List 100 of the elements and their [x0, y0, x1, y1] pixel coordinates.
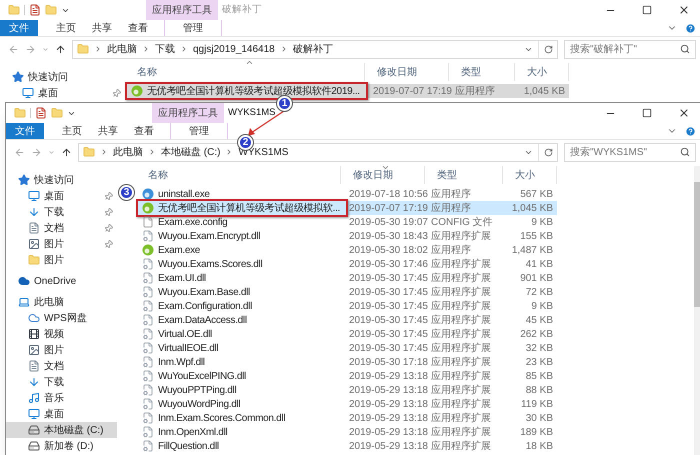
sidebar-item[interactable]: 此电脑	[6, 294, 117, 310]
ribbon-tab[interactable]: 共享	[90, 123, 126, 139]
file-row[interactable]: Exam.UI.dll 2019-05-30 17:45 应用程序扩展 901 KB	[136, 271, 557, 285]
help-icon[interactable]	[685, 22, 696, 34]
refresh-icon[interactable]	[544, 44, 553, 54]
maximize-icon[interactable]	[642, 108, 652, 118]
pin-icon	[110, 86, 123, 100]
ribbon-tab[interactable]: 文件	[0, 20, 38, 36]
breadcrumb[interactable]: 下载	[155, 42, 175, 56]
column-header[interactable]: 类型	[425, 166, 503, 184]
sidebar-item[interactable]: 桌面	[6, 188, 117, 204]
sidebar-item[interactable]: 图片	[6, 252, 117, 268]
maximize-icon[interactable]	[642, 5, 652, 15]
scrollbar-thumb[interactable]	[694, 182, 700, 307]
date-cell-text: 2019-05-30 17:46	[348, 258, 425, 272]
search-field[interactable]: 搜索"WYKS1MS"	[564, 142, 696, 162]
file-row[interactable]: WuyouWordPing.dll 2019-05-29 13:18 应用程序扩展 119 KB	[136, 397, 557, 411]
sidebar-item[interactable]: 视频	[6, 326, 117, 342]
sidebar-item[interactable]: 文档	[6, 358, 117, 374]
file-row[interactable]: Wuyou.Exams.Scores.dll 2019-05-30 17:46 应用程序扩展 41 KB	[136, 257, 557, 271]
down-arrow-icon	[28, 206, 40, 218]
ribbon-tab[interactable]: 查看	[120, 20, 156, 36]
ribbon-tab[interactable]: 主页	[48, 20, 84, 36]
search-field[interactable]: 搜索"破解补丁"	[564, 40, 696, 58]
sidebar-item[interactable]: 下载	[6, 204, 117, 220]
ribbon-tab[interactable]: 文件	[6, 123, 44, 139]
file-name: Exam.exe.config	[158, 216, 228, 230]
breadcrumb[interactable]: 本地磁盘 (C:)	[161, 144, 220, 160]
file-row[interactable]: Virtual.OE.dll 2019-05-30 17:45 应用程序扩展 262 KB	[136, 327, 557, 341]
sidebar-item[interactable]: 图片	[6, 342, 117, 358]
breadcrumb[interactable]: 此电脑	[107, 42, 137, 56]
size-cell-text: 32 KB	[524, 342, 554, 356]
sidebar-item[interactable]: 快速访问	[6, 172, 117, 188]
scrollbar[interactable]	[694, 166, 700, 455]
file-row[interactable]: Exam.exe.config 2019-05-30 19:07 CONFIG 文件 9 KB	[136, 215, 557, 229]
ribbon-tab[interactable]: 共享	[84, 20, 120, 36]
sidebar-label: 下载	[44, 376, 64, 390]
date-cell-text: 2019-05-29 13:18	[348, 384, 425, 398]
sidebar-label: 文档	[44, 360, 64, 374]
refresh-icon[interactable]	[544, 148, 553, 156]
sidebar-item[interactable]: 音乐	[6, 390, 117, 406]
file-row[interactable]: Wuyou.Exam.Base.dll 2019-05-30 17:45 应用程序扩展 72 KB	[136, 285, 557, 299]
file-name: Wuyou.Exam.Encrypt.dll	[158, 230, 260, 244]
pin-icon	[102, 190, 115, 202]
file-row[interactable]: Inm.Exam.Scores.Common.dll 2019-05-29 13:18 应用程序扩展 30 KB	[136, 411, 557, 425]
column-header[interactable]: 修改日期	[341, 166, 425, 184]
sidebar-item[interactable]: 桌面	[0, 85, 125, 101]
file-row[interactable]: Inm.Wpf.dll 2019-05-30 17:18 应用程序扩展 23 KB	[136, 355, 557, 369]
close-icon[interactable]	[678, 107, 690, 119]
sidebar-item[interactable]: OneDrive	[6, 273, 117, 289]
file-row[interactable]: WuYouExcelPING.dll 2019-05-29 13:18 应用程序扩展 85 KB	[136, 369, 557, 383]
breadcrumb[interactable]: qgjsj2019_146418	[193, 42, 275, 56]
sidebar-item[interactable]: 图片	[6, 236, 117, 252]
column-header[interactable]: 修改日期	[365, 63, 449, 81]
file-row[interactable]: uninstall.exe 2019-07-18 10:56 应用程序 567 KB	[136, 187, 557, 201]
ribbon-tab[interactable]: 查看	[126, 123, 162, 139]
size-cell-text: 567 KB	[519, 188, 554, 202]
address-bar[interactable]: 此电脑 下载 qgjsj2019_146418 破解补丁	[72, 40, 558, 58]
ribbon-tab[interactable]: 主页	[54, 123, 90, 139]
close-icon[interactable]	[678, 4, 690, 16]
sidebar-item[interactable]: 桌面	[6, 406, 117, 422]
up-icon[interactable]	[55, 44, 66, 54]
sidebar-item[interactable]: 文档	[6, 220, 117, 236]
date-cell-text: 2019-05-30 17:45	[348, 328, 425, 342]
breadcrumb[interactable]: 此电脑	[113, 144, 143, 160]
column-header[interactable]: 类型	[449, 63, 515, 81]
step-badge: 3	[119, 185, 134, 200]
size-cell-text: 1,045 KB	[510, 202, 554, 216]
sidebar-item[interactable]: 本地磁盘 (C:)	[6, 422, 117, 438]
size-cell-text: 41 KB	[524, 258, 554, 272]
app-icon	[142, 188, 154, 200]
column-header[interactable]: 名称	[125, 63, 365, 81]
file-row[interactable]: VirtualIEOE.dll 2019-05-30 17:45 应用程序扩展 32 KB	[136, 341, 557, 355]
file-row[interactable]: WuyouPPTPing.dll 2019-05-29 13:18 应用程序扩展 88 KB	[136, 383, 557, 397]
column-header[interactable]: 大小	[515, 63, 569, 81]
ribbon-tab[interactable]: 管理	[170, 123, 228, 139]
up-icon[interactable]	[61, 146, 72, 158]
sidebar-item[interactable]: 下载	[6, 374, 117, 390]
file-row[interactable]: 无优考吧全国计算机等级考试超级模拟软... 2019-07-07 17:19 应用程序 1,045 KB	[136, 201, 557, 215]
file-row[interactable]: Exam.Configuration.dll 2019-05-30 17:45 应用程序扩展 9 KB	[136, 299, 557, 313]
file-name: Wuyou.Exams.Scores.dll	[158, 258, 262, 272]
file-row[interactable]: Wuyou.Exam.Encrypt.dll 2019-05-30 18:43 应用程序扩展 155 KB	[136, 229, 557, 243]
sidebar-item[interactable]: 快速访问	[0, 69, 125, 85]
sidebar-item[interactable]: 新加卷 (D:)	[6, 438, 117, 454]
file-row[interactable]: Exam.exe 2019-05-30 18:02 应用程序 1,487 KB	[136, 243, 557, 257]
file-row[interactable]: FillQuestion.dll 2019-05-29 13:18 应用程序扩展 18 KB	[136, 439, 557, 453]
file-row[interactable]: 无优考吧全国计算机等级考试超级模拟软件2019... 2019-07-07 17:19 应用程序 1,045 KB	[125, 84, 569, 98]
help-icon[interactable]	[685, 126, 696, 136]
sidebar-item[interactable]: WPS网盘	[6, 310, 117, 326]
breadcrumb[interactable]: 破解补丁	[292, 42, 333, 56]
search-placeholder: 搜索"破解补丁"	[570, 42, 638, 56]
folder-icon	[83, 146, 95, 158]
size-cell-text: 72 KB	[524, 286, 554, 300]
file-row[interactable]: Inm.OpenXml.dll 2019-05-29 13:18 应用程序扩展 189 KB	[136, 425, 557, 439]
file-name: WuyouWordPing.dll	[158, 398, 240, 412]
column-header[interactable]: 名称	[136, 166, 341, 184]
file-row[interactable]: Exam.DataAccess.dll 2019-05-30 17:45 应用程序扩展 45 KB	[136, 313, 557, 327]
column-header[interactable]: 大小	[503, 166, 557, 184]
settings-file-icon	[142, 272, 154, 284]
ribbon-tab[interactable]: 管理	[164, 20, 222, 36]
